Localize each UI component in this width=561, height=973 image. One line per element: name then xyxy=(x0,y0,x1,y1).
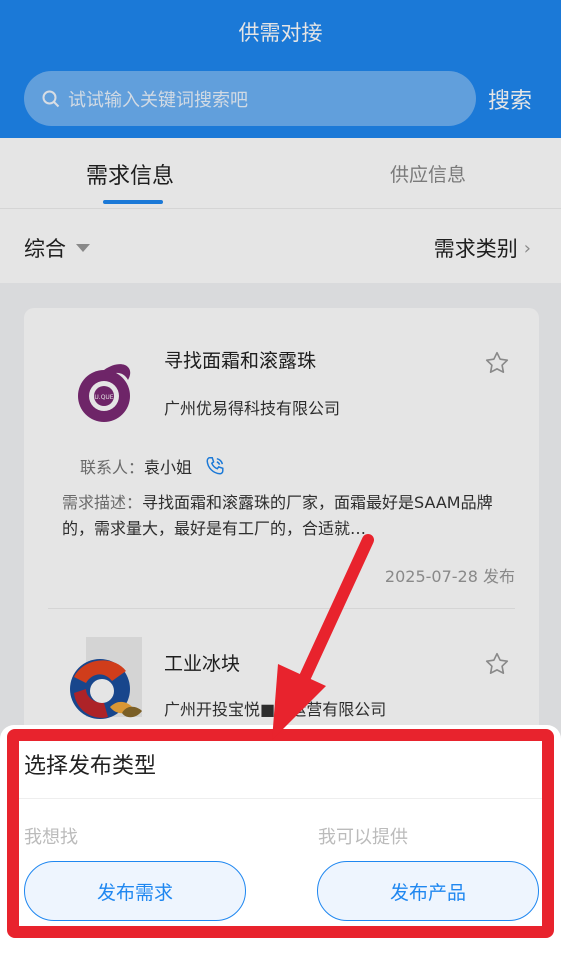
publish-demand-button[interactable]: 发布需求 xyxy=(24,861,246,921)
can-provide-label: 我可以提供 xyxy=(318,827,408,848)
publish-product-button[interactable]: 发布产品 xyxy=(317,861,539,921)
looking-for-label: 我想找 xyxy=(24,827,78,848)
sheet-title: 选择发布类型 xyxy=(24,754,157,779)
divider xyxy=(16,798,545,799)
publish-type-sheet: 选择发布类型 我想找 我可以提供 发布需求 发布产品 xyxy=(0,725,561,973)
